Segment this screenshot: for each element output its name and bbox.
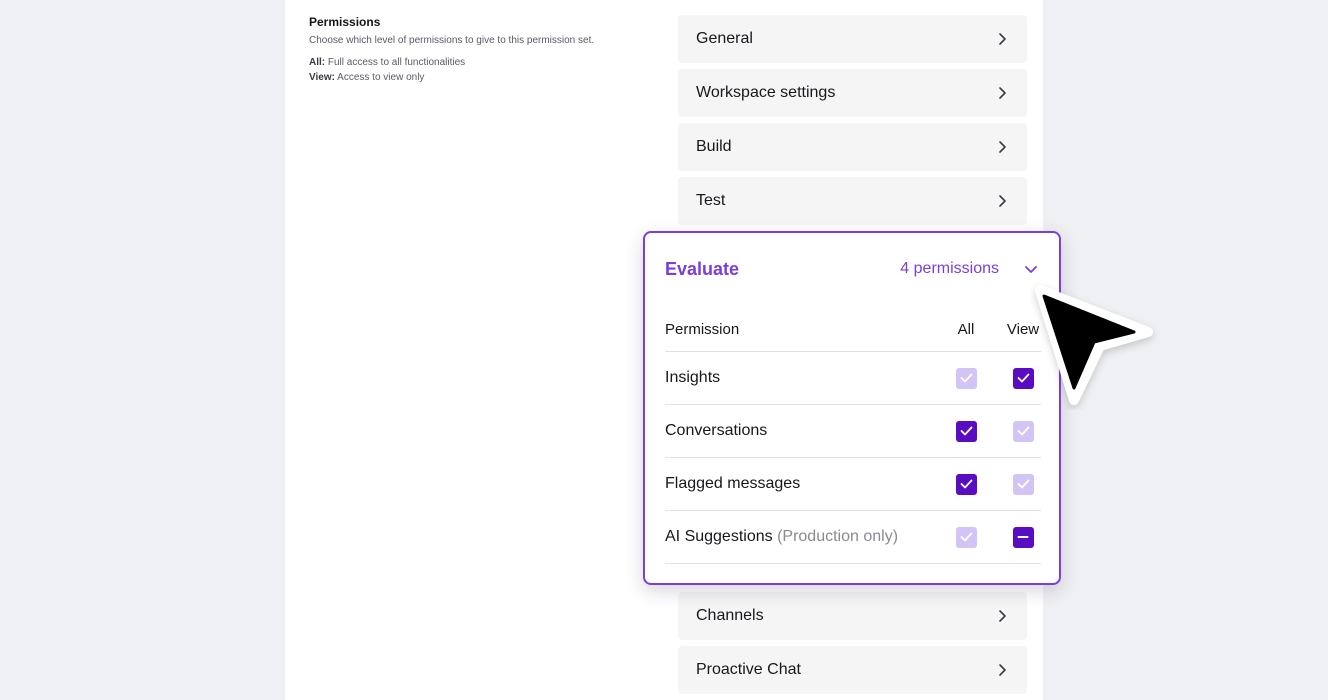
permissions-description: Choose which level of permissions to giv… [309, 35, 595, 46]
checkbox-all[interactable] [955, 473, 977, 495]
checkbox-view[interactable] [1012, 367, 1034, 389]
chevron-right-icon [995, 32, 1009, 46]
section-label: Channels [696, 607, 764, 624]
table-row: AI Suggestions (Production only) [665, 511, 1041, 564]
section-channels[interactable]: Channels [678, 592, 1027, 640]
permission-name: Insights [665, 369, 948, 387]
all-legend: All: Full access to all functionalities [309, 55, 649, 70]
chevron-right-icon [995, 609, 1009, 623]
section-proactive-chat[interactable]: Proactive Chat [678, 646, 1027, 694]
chevron-right-icon [995, 663, 1009, 677]
table-header: Permission All View [665, 307, 1041, 352]
chevron-down-icon[interactable] [1023, 261, 1039, 277]
checkbox-all[interactable] [955, 367, 977, 389]
table-row: Conversations [665, 405, 1041, 458]
section-evaluate-expanded: Evaluate 4 permissions Permission All Vi… [643, 231, 1061, 585]
section-general[interactable]: General [678, 15, 1027, 63]
checkbox-view[interactable] [1012, 420, 1034, 442]
checkbox-all[interactable] [955, 420, 977, 442]
permission-note: (Production only) [777, 528, 899, 545]
permissions-info: Permissions Choose which level of permis… [309, 15, 649, 85]
view-legend-key: View: [309, 72, 335, 83]
section-label: Workspace settings [696, 84, 836, 101]
section-workspace-settings[interactable]: Workspace settings [678, 69, 1027, 117]
all-legend-text: Full access to all functionalities [325, 57, 466, 68]
permission-table: Permission All View Insights Conversatio… [665, 307, 1041, 564]
view-legend-text: Access to view only [334, 72, 425, 83]
permission-label: Flagged messages [665, 475, 801, 492]
header-permission: Permission [665, 320, 740, 338]
section-label: Test [696, 192, 726, 209]
section-test[interactable]: Test [678, 177, 1027, 225]
checkbox-view-indeterminate[interactable] [1012, 526, 1034, 548]
header-all: All [957, 320, 975, 338]
checkbox-view[interactable] [1012, 473, 1034, 495]
permission-label: AI Suggestions [665, 528, 773, 545]
table-row: Insights [665, 352, 1041, 405]
permission-label: Insights [665, 369, 721, 386]
permission-label: Conversations [665, 422, 768, 439]
permission-count: 4 permissions [900, 260, 999, 277]
view-legend: View: Access to view only [309, 70, 649, 85]
evaluate-header[interactable]: Evaluate 4 permissions [665, 257, 1039, 281]
checkbox-all[interactable] [955, 526, 977, 548]
section-label: Build [696, 138, 732, 155]
permission-name: Flagged messages [665, 475, 948, 493]
table-row: Flagged messages [665, 458, 1041, 511]
header-view: View [1006, 320, 1040, 338]
chevron-right-icon [995, 86, 1009, 100]
all-legend-key: All: [309, 57, 326, 68]
permission-name: AI Suggestions (Production only) [665, 528, 948, 546]
section-label: General [696, 30, 753, 47]
permissions-title: Permissions [309, 15, 381, 29]
section-build[interactable]: Build [678, 123, 1027, 171]
chevron-right-icon [995, 194, 1009, 208]
evaluate-title: Evaluate [665, 258, 740, 279]
chevron-right-icon [995, 140, 1009, 154]
permission-name: Conversations [665, 422, 948, 440]
section-label: Proactive Chat [696, 661, 801, 678]
